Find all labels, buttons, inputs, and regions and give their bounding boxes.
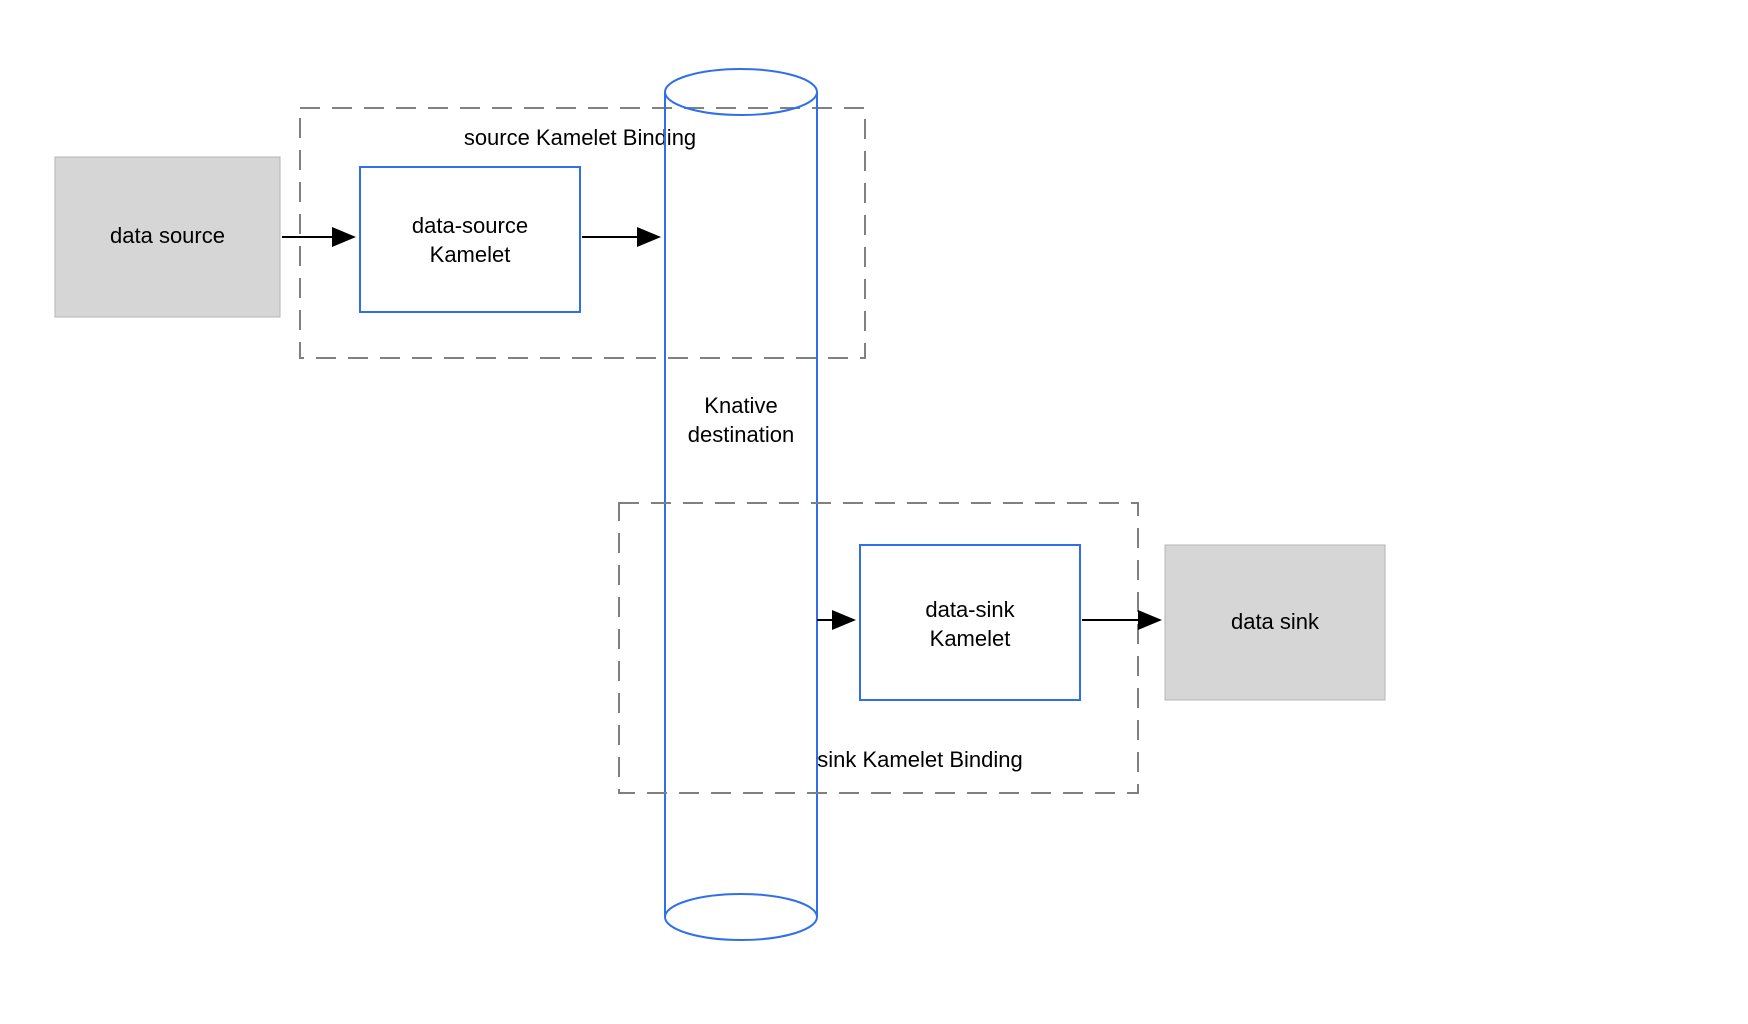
knative-cylinder xyxy=(665,69,817,940)
data-sink-label: data sink xyxy=(1165,608,1385,637)
source-binding-title: source Kamelet Binding xyxy=(400,124,760,153)
data-source-label: data source xyxy=(55,222,280,251)
knative-label: Knative destination xyxy=(665,392,817,449)
kamelet-binding-diagram: data source source Kamelet Binding data-… xyxy=(0,0,1748,1024)
sink-binding-title: sink Kamelet Binding xyxy=(720,746,1120,775)
data-sink-kamelet-label: data-sink Kamelet xyxy=(860,596,1080,653)
data-source-kamelet-label: data-source Kamelet xyxy=(360,212,580,269)
